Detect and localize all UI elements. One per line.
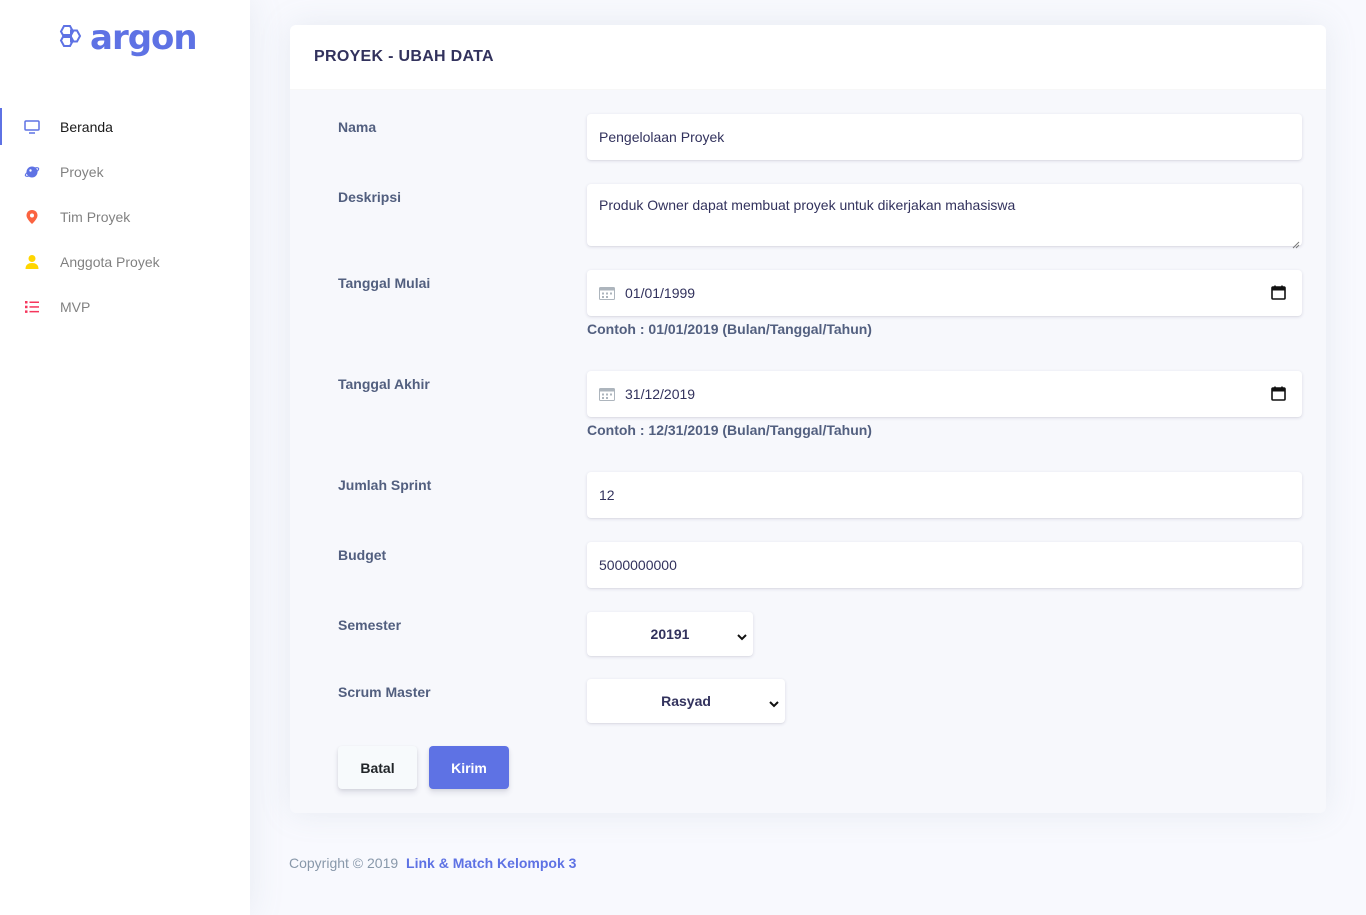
tanggal-mulai-label: Tanggal Mulai — [338, 275, 431, 291]
sidebar-item-mvp[interactable]: MVP — [0, 284, 250, 329]
scrum-master-select[interactable]: Rasyad — [587, 679, 785, 723]
brand-name: argon — [90, 18, 198, 58]
footer-link[interactable]: Link & Match Kelompok 3 — [406, 855, 576, 871]
sidebar-item-label: Anggota Proyek — [60, 253, 160, 270]
calendar-picker-icon[interactable] — [1271, 285, 1286, 303]
tanggal-akhir-hint: Contoh : 12/31/2019 (Bulan/Tanggal/Tahun… — [587, 422, 872, 438]
sidebar-item-anggota-proyek[interactable]: Anggota Proyek — [0, 239, 250, 284]
jumlah-sprint-input[interactable]: 12 — [587, 472, 1302, 518]
jumlah-sprint-label: Jumlah Sprint — [338, 477, 432, 493]
footer: Copyright © 2019 Link & Match Kelompok 3 — [289, 855, 576, 871]
sidebar-item-label: MVP — [60, 298, 91, 315]
semester-label: Semester — [338, 617, 402, 633]
planet-icon — [24, 164, 40, 180]
deskripsi-label: Deskripsi — [338, 189, 402, 205]
tv-icon — [24, 119, 40, 135]
nama-input[interactable]: Pengelolaan Proyek — [587, 114, 1302, 160]
deskripsi-value: Produk Owner dapat membuat proyek untuk … — [599, 197, 1016, 213]
tanggal-akhir-label: Tanggal Akhir — [338, 376, 430, 392]
edit-project-card: PROYEK - UBAH DATA Nama Pengelolaan Proy… — [290, 25, 1326, 813]
card-header: PROYEK - UBAH DATA — [290, 25, 1326, 90]
submit-button[interactable]: Kirim — [429, 746, 509, 789]
sidebar-item-tim-proyek[interactable]: Tim Proyek — [0, 194, 250, 239]
budget-input[interactable]: 5000000000 — [587, 542, 1302, 588]
brand-logo[interactable]: argon — [56, 16, 198, 60]
calendar-grid-icon — [599, 286, 615, 300]
semester-select[interactable]: 20191 — [587, 612, 753, 656]
cancel-button[interactable]: Batal — [338, 746, 417, 789]
resize-handle-icon[interactable] — [1292, 236, 1300, 249]
sidebar-item-label: Proyek — [60, 163, 104, 180]
semester-value: 20191 — [650, 626, 690, 642]
budget-value: 5000000000 — [599, 557, 677, 573]
user-icon — [24, 254, 40, 270]
copyright-text: Copyright © 2019 — [289, 855, 399, 871]
hexagon-logo-icon — [56, 23, 82, 54]
list-icon — [24, 299, 40, 315]
calendar-picker-icon[interactable] — [1271, 386, 1286, 404]
sidebar-nav: Beranda Proyek Tim Proyek Anggota Proyek… — [0, 104, 250, 329]
tanggal-mulai-hint: Contoh : 01/01/2019 (Bulan/Tanggal/Tahun… — [587, 321, 872, 337]
chevron-down-icon — [769, 695, 779, 711]
chevron-down-icon — [737, 628, 747, 644]
calendar-grid-icon — [599, 387, 615, 401]
tanggal-mulai-value: 01/01/1999 — [625, 285, 696, 301]
deskripsi-textarea[interactable]: Produk Owner dapat membuat proyek untuk … — [587, 184, 1302, 249]
sidebar-item-beranda[interactable]: Beranda — [0, 104, 250, 149]
page-title: PROYEK - UBAH DATA — [314, 48, 494, 65]
tanggal-mulai-input[interactable]: 01/01/1999 — [587, 270, 1302, 316]
sidebar-item-label: Tim Proyek — [60, 208, 131, 225]
scrum-master-label: Scrum Master — [338, 684, 431, 700]
tanggal-akhir-value: 31/12/2019 — [625, 386, 696, 402]
scrum-master-value: Rasyad — [661, 693, 711, 709]
pin-icon — [24, 209, 40, 225]
nama-value: Pengelolaan Proyek — [599, 129, 725, 145]
sidebar-item-label: Beranda — [60, 118, 113, 135]
tanggal-akhir-input[interactable]: 31/12/2019 — [587, 371, 1302, 417]
budget-label: Budget — [338, 547, 387, 563]
sidebar-item-proyek[interactable]: Proyek — [0, 149, 250, 194]
jumlah-sprint-value: 12 — [599, 487, 615, 503]
sidebar: argon Beranda Proyek Tim Proyek Anggota … — [0, 0, 250, 915]
nama-label: Nama — [338, 119, 377, 135]
